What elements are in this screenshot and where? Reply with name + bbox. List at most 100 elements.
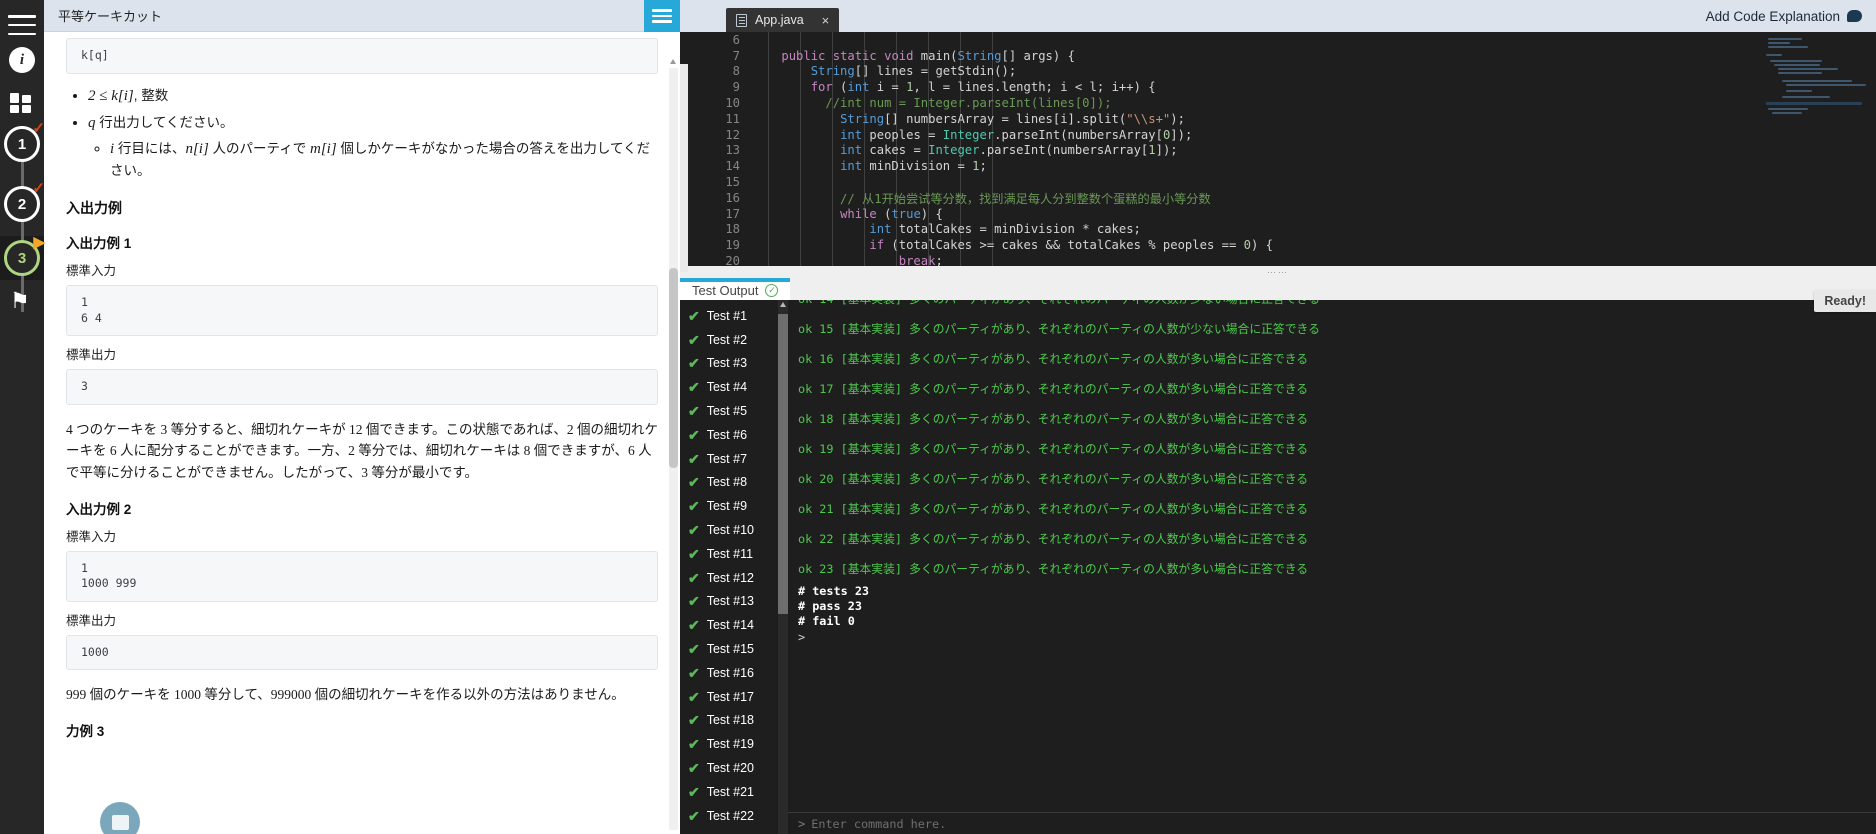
info-icon[interactable]: i: [0, 38, 44, 82]
test-case-item[interactable]: ✔ Test #11: [680, 542, 788, 566]
test-list-scrollbar[interactable]: [778, 300, 788, 834]
test-case-item[interactable]: ✔ Test #15: [680, 637, 788, 661]
constraint-item: 2 ≤ k[i], 整数: [88, 86, 658, 108]
code-line[interactable]: 11 String[] numbersArray = lines[i].spli…: [680, 111, 1876, 127]
test-case-item[interactable]: ✔ Test #2: [680, 328, 788, 352]
problem-statement-body[interactable]: k[q] 2 ≤ k[i], 整数 q 行出力してください。 i 行目には、n[…: [44, 32, 680, 834]
example-2-stdout-label: 標準出力: [66, 613, 117, 628]
java-file-icon: [736, 13, 747, 27]
code-line[interactable]: 8 String[] lines = getStdin();: [680, 64, 1876, 80]
test-case-item[interactable]: ✔ Test #17: [680, 685, 788, 709]
document-scrollbar-thumb[interactable]: [669, 268, 678, 468]
code-line[interactable]: 10 //int num = Integer.parseInt(lines[0]…: [680, 95, 1876, 111]
add-code-explanation-button[interactable]: Add Code Explanation: [1706, 9, 1876, 24]
sidebar-step-1[interactable]: 1 ✓: [4, 121, 45, 162]
tab-test-output[interactable]: Test Output ✓: [680, 278, 791, 300]
assistant-avatar-glyph: [111, 814, 129, 830]
test-case-item[interactable]: ✔ Test #9: [680, 494, 788, 518]
code-line[interactable]: 12 int peoples = Integer.parseInt(number…: [680, 127, 1876, 143]
test-case-item[interactable]: ✔ Test #6: [680, 423, 788, 447]
code-line[interactable]: 18 int totalCakes = minDivision * cakes;: [680, 222, 1876, 238]
code-line[interactable]: 15: [680, 174, 1876, 190]
line-code[interactable]: // 从1开始尝试等分数，找到满足每人分到整数个蛋糕的最小等分数: [752, 189, 1211, 207]
code-line[interactable]: 19 if (totalCakes >= cakes && totalCakes…: [680, 237, 1876, 253]
line-code[interactable]: int cakes = Integer.parseInt(numbersArra…: [752, 143, 1178, 157]
test-case-item[interactable]: ✔ Test #19: [680, 732, 788, 756]
sidebar-step-2[interactable]: 2 ✓: [4, 181, 45, 222]
check-icon: ✔: [688, 569, 700, 586]
test-case-label: Test #6: [706, 427, 748, 442]
line-code[interactable]: int peoples = Integer.parseInt(numbersAr…: [752, 128, 1192, 142]
test-list-scrollbar-thumb[interactable]: [778, 314, 788, 614]
pen-icon: ✓: [32, 120, 45, 137]
code-line[interactable]: 17 while (true) {: [680, 206, 1876, 222]
test-case-label: Test #13: [706, 594, 754, 609]
line-code[interactable]: while (true) {: [752, 207, 943, 221]
check-icon: ✔: [688, 331, 700, 348]
close-icon[interactable]: ×: [822, 13, 830, 28]
code-line[interactable]: 14 int minDivision = 1;: [680, 158, 1876, 174]
code-line[interactable]: 6: [680, 32, 1876, 48]
editor-pane: App.java × Add Code Explanation 67 publi…: [680, 0, 1876, 834]
sub-constraint-t2: 人のパーティで: [208, 141, 310, 157]
splitter-grip-icon: ⋯⋯: [1267, 266, 1289, 277]
line-code[interactable]: for (int i = 1, l = lines.length; i < l;…: [752, 80, 1156, 94]
line-code[interactable]: String[] numbersArray = lines[i].split("…: [752, 112, 1185, 126]
code-line[interactable]: 9 for (int i = 1, l = lines.length; i < …: [680, 79, 1876, 95]
sidebar-step-3-label: 3: [17, 249, 27, 267]
code-line[interactable]: 16 // 从1开始尝试等分数，找到满足每人分到整数个蛋糕的最小等分数: [680, 190, 1876, 206]
test-case-item[interactable]: ✔ Test #8: [680, 471, 788, 495]
test-case-list[interactable]: ✔ Test #1 ✔ Test #2 ✔ Test #3 ✔ Test #4 ✔ Test #5…: [680, 300, 788, 834]
test-log-line: ok 17 [基本実装] 多くのパーティがあり、それぞれのパーティの人数が多い場…: [798, 382, 1309, 396]
sidebar-step-3[interactable]: 3 ▶: [4, 235, 45, 276]
line-code[interactable]: int minDivision = 1;: [752, 159, 987, 173]
tab-app-java[interactable]: App.java ×: [726, 8, 840, 32]
line-code[interactable]: if (totalCakes >= cakes && totalCakes % …: [752, 238, 1273, 252]
test-case-label: Test #7: [706, 451, 748, 466]
check-circle-icon: ✓: [765, 284, 779, 297]
line-number: 14: [725, 159, 740, 174]
line-number: 18: [725, 222, 740, 237]
test-case-item[interactable]: ✔ Test #4: [680, 375, 788, 399]
test-case-item[interactable]: ✔ Test #13: [680, 590, 788, 614]
test-case-item[interactable]: ✔ Test #14: [680, 613, 788, 637]
test-case-item[interactable]: ✔ Test #22: [680, 804, 788, 828]
line-code[interactable]: //int num = Integer.parseInt(lines[0]);: [752, 96, 1111, 110]
line-code[interactable]: public static void main(String[] args) {: [752, 49, 1075, 63]
test-case-item[interactable]: ✔ Test #7: [680, 447, 788, 471]
editor-test-splitter[interactable]: ⋯⋯: [680, 266, 1876, 278]
example-1-stdout-label: 標準出力: [66, 348, 117, 363]
test-case-label: Test #5: [706, 404, 748, 419]
test-case-item[interactable]: ✔ Test #20: [680, 756, 788, 780]
code-editor[interactable]: 67 public static void main(String[] args…: [680, 32, 1876, 272]
hamburger-menu-icon[interactable]: [6, 12, 38, 38]
test-case-item[interactable]: ✔ Test #5: [680, 399, 788, 423]
scroll-up-arrow-icon[interactable]: [780, 302, 786, 307]
editor-minimap[interactable]: [1766, 36, 1866, 116]
problem-statement-panel: 平等ケーキカット k[q] 2 ≤ k[i], 整数 q 行出力してください。 …: [44, 0, 680, 834]
line-code[interactable]: int totalCakes = minDivision * cakes;: [752, 222, 1141, 236]
scroll-up-arrow-icon[interactable]: [670, 59, 676, 64]
line-number: 6: [732, 32, 740, 47]
command-input-bar[interactable]: > Enter command here.: [788, 812, 1876, 834]
line-code[interactable]: String[] lines = getStdin();: [752, 64, 1016, 78]
problem-title-bar: 平等ケーキカット: [44, 0, 680, 32]
line-number: 8: [732, 64, 740, 79]
code-line[interactable]: 7 public static void main(String[] args)…: [680, 48, 1876, 64]
test-case-item[interactable]: ✔ Test #18: [680, 709, 788, 733]
code-line[interactable]: 13 int cakes = Integer.parseInt(numbersA…: [680, 143, 1876, 159]
test-log-console[interactable]: ok 14 [基本実装] 多くのパーティがあり、それぞれのパーティの人数が少ない…: [788, 300, 1876, 834]
test-case-item[interactable]: ✔ Test #16: [680, 661, 788, 685]
test-case-item[interactable]: ✔Test #23: [680, 828, 788, 834]
line-number: 15: [725, 175, 740, 190]
test-case-item[interactable]: ✔ Test #10: [680, 518, 788, 542]
example-1-stdout: 3: [66, 369, 658, 405]
document-scrollbar[interactable]: [669, 59, 678, 830]
test-case-item[interactable]: ✔ Test #21: [680, 780, 788, 804]
assistant-avatar[interactable]: [100, 802, 140, 834]
outline-toggle-button[interactable]: [644, 0, 680, 32]
test-case-item[interactable]: ✔ Test #3: [680, 352, 788, 376]
goal-flag-icon[interactable]: ⚑: [10, 290, 30, 312]
test-case-item[interactable]: ✔ Test #12: [680, 566, 788, 590]
test-case-item[interactable]: ✔ Test #1: [680, 304, 788, 328]
